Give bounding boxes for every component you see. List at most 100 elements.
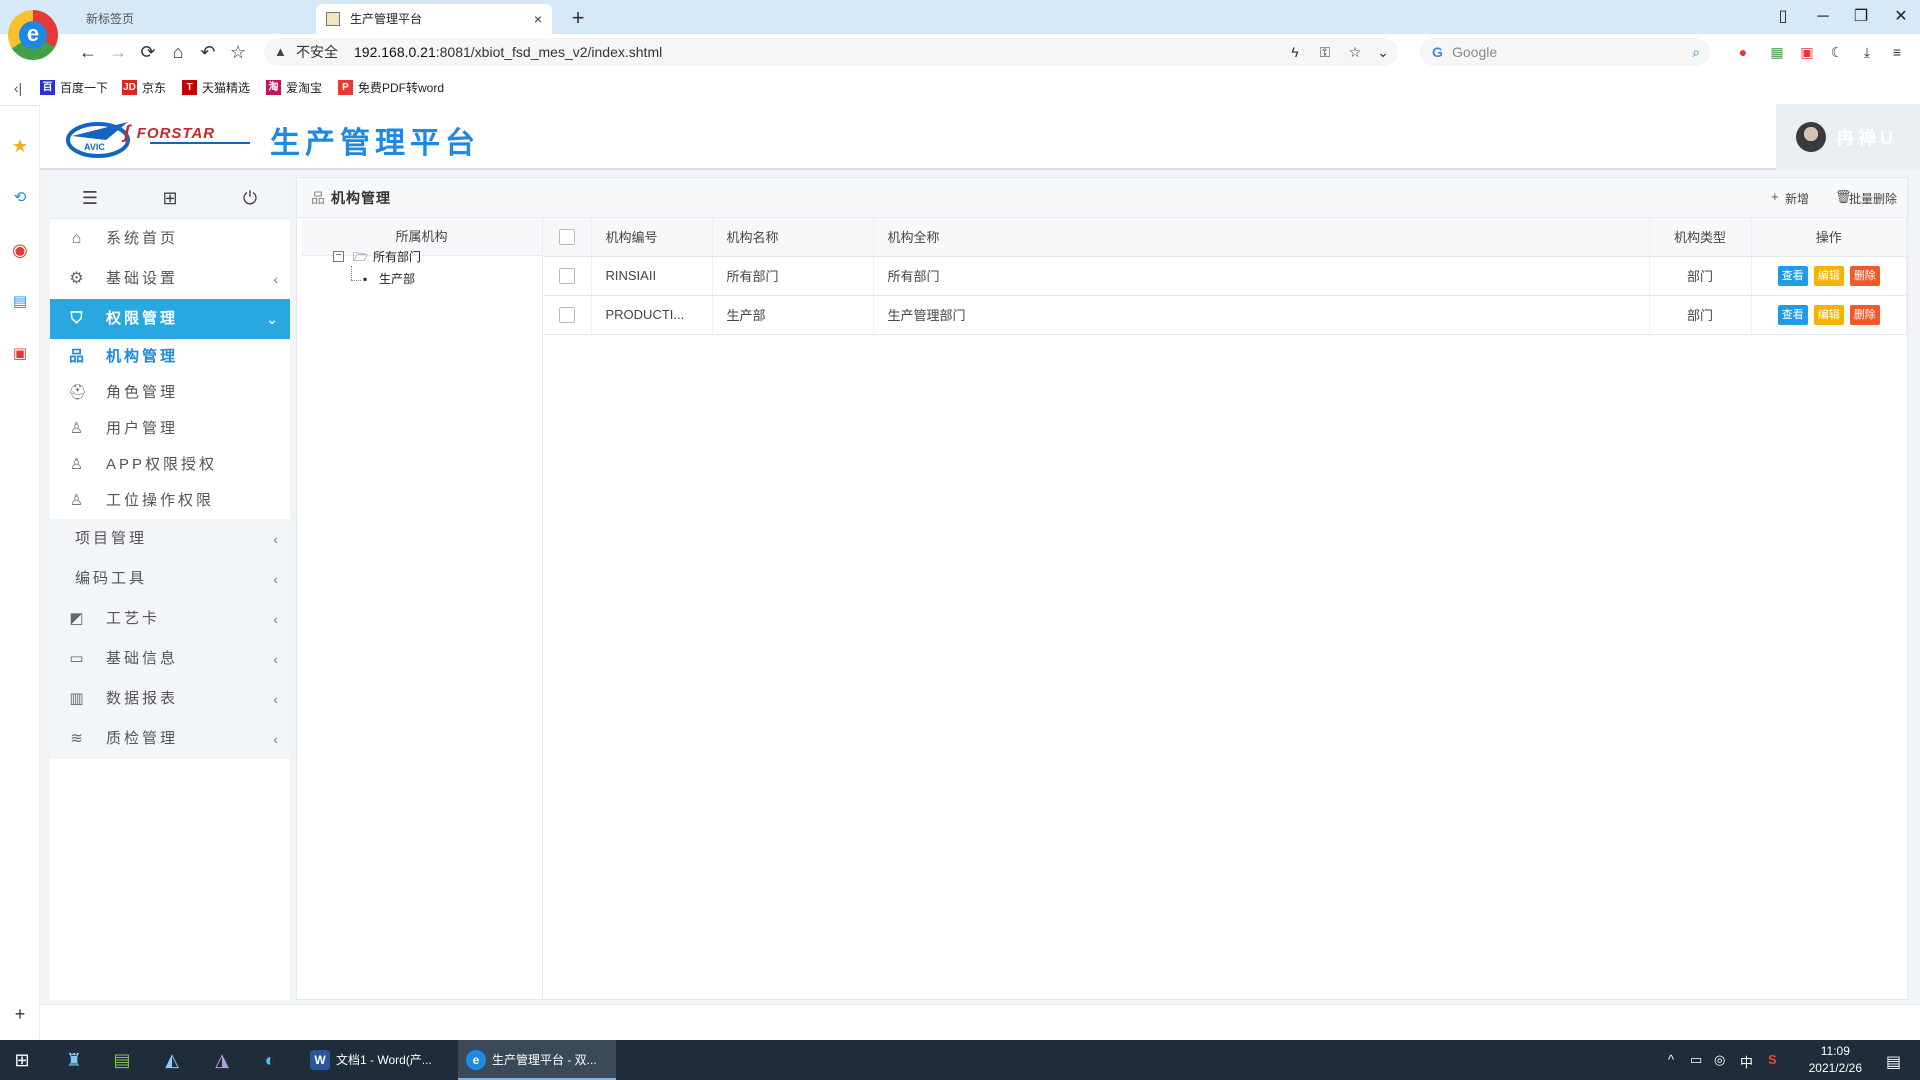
sidebar-item-permissions[interactable]: ⛉ 权限管理 ⌄ (50, 299, 290, 339)
column-header[interactable]: 机构名称 (712, 218, 874, 257)
view-button[interactable]: 查看 (1777, 265, 1808, 286)
sidebar-item-data-reports[interactable]: ▥ 数据报表 ‹ (50, 679, 290, 719)
sidebar-item-project-management[interactable]: 项目管理 ‹ (50, 519, 290, 559)
weibo-extension-icon[interactable]: ● (1734, 43, 1752, 61)
undo-close-icon[interactable]: ↶ (196, 41, 220, 63)
home-icon[interactable]: ⌂ (166, 41, 190, 63)
delete-button[interactable]: 删除 (1849, 304, 1880, 325)
delete-button[interactable]: 删除 (1849, 265, 1880, 286)
pdf-extension-icon[interactable]: ▣ (1798, 43, 1816, 61)
row-checkbox[interactable] (558, 267, 575, 284)
sidebar-item-app-auth[interactable]: ♙ APP权限授权 (50, 447, 290, 483)
bookmark-jd[interactable]: JD 京东 (122, 80, 166, 96)
select-all-checkbox[interactable] (558, 229, 575, 246)
taskbar-app-word[interactable]: W 文档1 - Word(产... (302, 1040, 452, 1080)
user-menu[interactable]: 冉禅U (1776, 104, 1920, 170)
column-header[interactable]: 机构全称 (873, 218, 1650, 257)
bookmark-star-icon[interactable]: ☆ (1344, 38, 1366, 66)
column-header: 操作 (1751, 218, 1907, 257)
minimize-button[interactable]: ─ (1808, 6, 1838, 28)
search-input[interactable]: G Google ⌕ (1420, 38, 1710, 66)
people-app-icon[interactable]: ♜ (62, 1048, 86, 1072)
collapse-toggle-icon[interactable]: − (333, 251, 344, 262)
add-panel-icon[interactable]: + (8, 1002, 32, 1026)
dark-mode-icon[interactable]: ☾ (1828, 43, 1846, 61)
aitaobao-icon: 淘 (266, 80, 281, 95)
ime-indicator[interactable]: 中 (1740, 1052, 1753, 1071)
menu-toggle-icon[interactable]: ☰ (78, 187, 102, 209)
start-icon[interactable]: ⊞ (10, 1048, 34, 1072)
window-icon[interactable]: ▤ (8, 290, 32, 314)
tree-node-all-departments[interactable]: − 🗁 所有部门 (333, 248, 421, 266)
battery-icon[interactable]: ▭ (1690, 1052, 1702, 1068)
bookmark-pdf-to-word[interactable]: P 免费PDF转word (338, 80, 444, 96)
tab-new-tab[interactable]: 新标签页 (72, 4, 312, 34)
edit-button[interactable]: 编辑 (1813, 265, 1844, 286)
apps-grid-icon[interactable]: ▦ (1768, 43, 1786, 61)
sidebar-item-org-management[interactable]: 品 机构管理 (50, 339, 290, 375)
menu-label: 工艺卡 (106, 610, 161, 627)
tab-production-platform[interactable]: 生产管理平台 × (316, 4, 552, 34)
bookmark-tmall[interactable]: T 天猫精选 (182, 80, 250, 96)
restore-button[interactable]: ❐ (1846, 6, 1876, 28)
collapse-sidebar-icon[interactable]: ‹| (6, 77, 30, 99)
column-header[interactable]: 机构类型 (1649, 218, 1752, 257)
sidebar-item-home[interactable]: ⌂ 系统首页 (50, 219, 290, 259)
sidebar-item-basic-info[interactable]: ▭ 基础信息 ‹ (50, 639, 290, 679)
content-toolbar: 品机构管理 + 新增 🗑 批量删除 (297, 178, 1907, 218)
tab-close-icon[interactable]: × (534, 4, 542, 34)
edge-icon[interactable]: ◐ (258, 1048, 282, 1072)
favorites-star-icon[interactable]: ★ (8, 134, 32, 158)
sogou-icon[interactable]: S (1768, 1052, 1777, 1067)
pin-window-icon[interactable]: ▯ (1768, 6, 1798, 28)
forward-icon[interactable]: → (106, 41, 130, 63)
bookmark-baidu[interactable]: 百百度一下 (40, 80, 108, 96)
menu-icon[interactable]: ≡ (1888, 43, 1906, 61)
reload-icon[interactable]: ⟳ (136, 41, 160, 63)
menu-label: 数据报表 (106, 690, 179, 707)
favorite-star-icon[interactable]: ☆ (226, 41, 250, 63)
notification-icon[interactable]: ▤ (1886, 1052, 1901, 1072)
sidebar-item-station-permissions[interactable]: ♙ 工位操作权限 (50, 483, 290, 519)
table-row[interactable]: PRODUCTI... 生产部 生产管理部门 部门 查看 编辑 删除 (543, 295, 1907, 335)
dev-app-icon[interactable]: ◮ (210, 1048, 234, 1072)
network-icon[interactable]: ◎ (1714, 1052, 1725, 1068)
sidebar-item-role-management[interactable]: ⛑ 角色管理 (50, 375, 290, 411)
menu-label: 系统首页 (106, 230, 179, 247)
sidebar-item-basic-settings[interactable]: ⚙ 基础设置 ‹ (50, 259, 290, 299)
sidebar-item-coding-tools[interactable]: 编码工具 ‹ (50, 559, 290, 599)
clock[interactable]: 11:09 2021/2/26 (1809, 1043, 1862, 1077)
batch-delete-button[interactable]: 🗑 批量删除 (1835, 189, 1897, 207)
download-icon[interactable]: ⤓ (1858, 43, 1876, 61)
tree-node-production[interactable]: ▪ 生产部 (363, 270, 415, 288)
key-icon[interactable]: ⚿ (1314, 38, 1336, 66)
pdf-tool-icon[interactable]: ▣ (8, 342, 32, 366)
sidebar-item-quality-inspection[interactable]: ≋ 质检管理 ‹ (50, 719, 290, 759)
add-button[interactable]: + 新增 (1771, 189, 1809, 207)
close-window-button[interactable]: ✕ (1886, 6, 1916, 28)
chevron-down-icon[interactable]: ⌄ (1372, 38, 1394, 66)
weibo-icon[interactable]: ◉ (8, 238, 32, 262)
table-row[interactable]: RINSIAII 所有部门 所有部门 部门 查看 编辑 删除 (543, 256, 1907, 296)
sidebar-item-user-management[interactable]: ♙ 用户管理 (50, 411, 290, 447)
lightning-icon[interactable]: ϟ (1284, 38, 1306, 66)
book-icon[interactable]: ⊞ (158, 187, 182, 209)
view-button[interactable]: 查看 (1777, 304, 1808, 325)
row-checkbox[interactable] (558, 306, 575, 323)
history-icon[interactable]: ⟲ (8, 186, 32, 210)
notepad-app-icon[interactable]: ▤ (110, 1048, 134, 1072)
power-icon[interactable]: ⏻ (238, 187, 262, 209)
url-input[interactable]: ▲ 不安全 192.168.0.21:8081/xbiot_fsd_mes_v2… (264, 38, 1398, 66)
taskbar-app-browser[interactable]: e 生产管理平台 - 双... (458, 1040, 616, 1080)
new-tab-button[interactable]: + (566, 4, 590, 32)
bookmark-aitaobao[interactable]: 淘爱淘宝 (266, 80, 322, 96)
edit-button[interactable]: 编辑 (1813, 304, 1844, 325)
search-icon[interactable]: ⌕ (1692, 38, 1700, 66)
column-header[interactable]: 机构编号 (591, 218, 713, 257)
sidebar-item-process-card[interactable]: ◩ 工艺卡 ‹ (50, 599, 290, 639)
tray-expand-icon[interactable]: ^ (1668, 1052, 1674, 1067)
cell-type: 部门 (1649, 295, 1752, 335)
hardware-app-icon[interactable]: ◭ (160, 1048, 184, 1072)
chevron-left-icon: ‹ (273, 571, 278, 587)
back-icon[interactable]: ← (76, 41, 100, 63)
